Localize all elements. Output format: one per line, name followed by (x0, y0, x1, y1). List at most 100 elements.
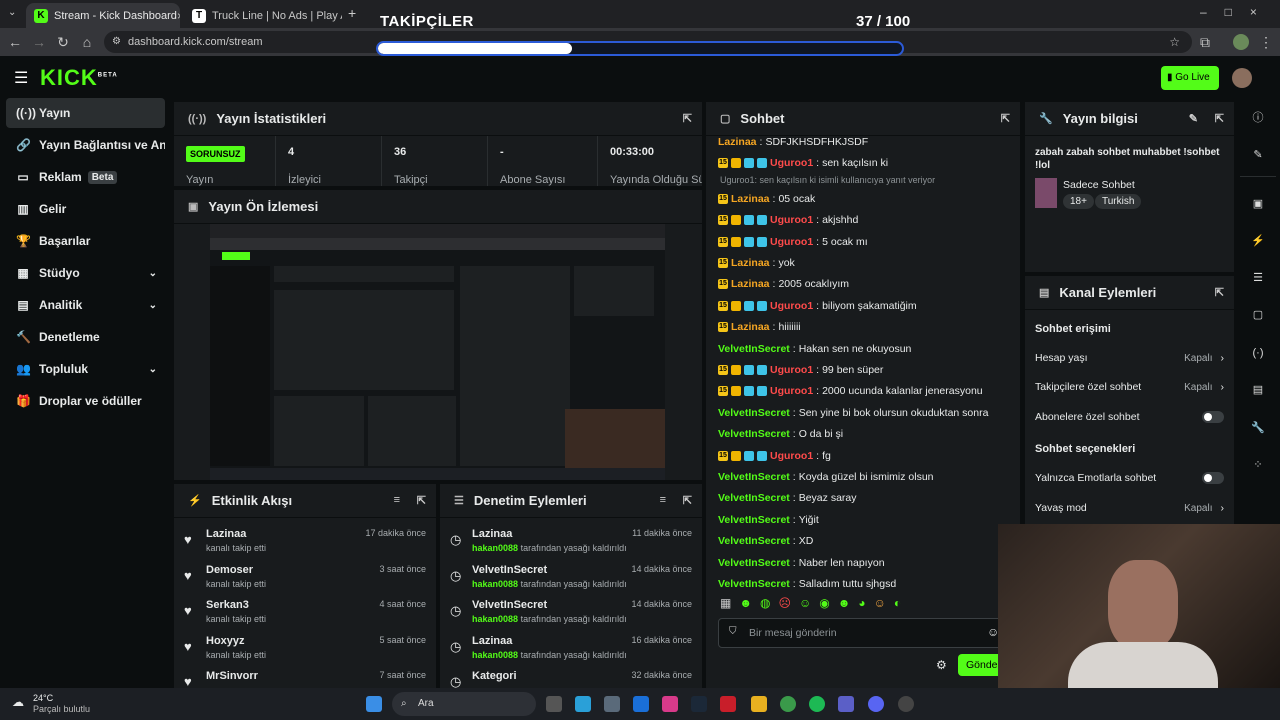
list-icon[interactable]: ☰ (1248, 268, 1268, 288)
opera-icon[interactable] (720, 696, 736, 712)
sidebar-item-reklam[interactable]: ▭ Reklam Beta (6, 162, 165, 192)
chat-username: Uguroo1 (770, 157, 814, 170)
lightning-icon[interactable]: ⚡ (1248, 231, 1268, 251)
chrome-icon[interactable] (780, 696, 796, 712)
kick-logo[interactable]: KICKBETA (40, 65, 118, 91)
popout-icon[interactable]: ⇱ (1215, 286, 1224, 299)
chat-message[interactable]: 15 Uguroo1:99 ben süper (718, 362, 883, 378)
chat-message[interactable]: VelvetInSecret: Yiğit (718, 512, 819, 528)
chat-message[interactable]: 15 Uguroo1: fg (718, 448, 831, 464)
hamburger-menu-icon[interactable]: ☰ (14, 68, 28, 88)
option-subscribers-only[interactable]: Abonelere özel sohbet (1035, 407, 1224, 427)
profile-avatar[interactable] (1233, 34, 1249, 50)
edit-pencil-icon[interactable]: ✎ (1189, 112, 1198, 125)
chat-message[interactable]: VelvetInSecret: O da bi şi (718, 426, 843, 442)
stream-preview-video[interactable] (210, 224, 665, 480)
popout-icon[interactable]: ⇱ (1215, 112, 1224, 125)
chat-message[interactable]: 15 Lazinaa:2005 ocaklıyım (718, 276, 849, 292)
chat-message[interactable]: 15 Lazinaa: hiiiiiii (718, 319, 801, 335)
filter-icon[interactable]: ≡ (394, 494, 400, 506)
taskbar-search[interactable]: ⌕ Ara (392, 692, 536, 716)
spotify-icon[interactable] (809, 696, 825, 712)
chat-message[interactable]: VelvetInSecret: Beyaz saray (718, 490, 857, 506)
chat-text: Salladım tuttu sjhgsd (798, 578, 897, 590)
info-icon[interactable]: ⓘ (1248, 108, 1268, 128)
popout-icon[interactable]: ⇱ (683, 112, 692, 125)
grid-dots-icon[interactable]: ⁘ (1248, 455, 1268, 475)
option-slow-mode[interactable]: Yavaş mod Kapalı › (1035, 498, 1224, 518)
wrench-icon[interactable]: 🔧 (1248, 418, 1268, 438)
emote-row[interactable]: ▦ ☻ ◍ ☹ ☺ ◉ ☻ ◕ ☺ ◐ (720, 596, 1010, 614)
edge-icon[interactable] (575, 696, 591, 712)
chat-message[interactable]: Lazinaa: SDFJKHSDFHKJSDF (718, 134, 868, 150)
reload-icon[interactable]: ↻ (55, 34, 71, 51)
filter-icon[interactable]: ≡ (660, 494, 666, 506)
tab-truck-line[interactable]: T Truck Line | No Ads | Play At Fri × (184, 3, 342, 28)
sidebar-item-stream-key[interactable]: 🔗Yayın Bağlantısı ve Anahtar (6, 130, 165, 160)
emote-badge-icon (757, 365, 767, 375)
sidebar-item-basarilar[interactable]: 🏆 Başarılar (6, 226, 165, 256)
chat-message[interactable]: 15 Uguroo1: biliyom şakamatiğim (718, 298, 917, 314)
outlook-icon[interactable] (633, 696, 649, 712)
option-emote-only[interactable]: Yalnızca Emotlarla sohbet (1035, 468, 1224, 488)
option-followers-only[interactable]: Takipçilere özel sohbet Kapalı › (1035, 377, 1224, 397)
pencil-icon[interactable]: ✎ (1248, 145, 1268, 165)
window-controls[interactable]: –□× (1200, 5, 1275, 19)
store-icon[interactable] (604, 696, 620, 712)
chat-settings-gear-icon[interactable]: ⚙ (936, 658, 947, 672)
forward-icon[interactable]: → (31, 34, 47, 50)
teams-icon[interactable] (838, 696, 854, 712)
chat-input[interactable]: ⛉ Bir mesaj gönderin ☺ (718, 618, 1004, 648)
chat-message[interactable]: 15 Uguroo1:2000 ucunda kalanlar jenerasyo… (718, 383, 983, 399)
preview-icon[interactable]: ▣ (1248, 194, 1268, 214)
close-icon[interactable]: × (177, 9, 180, 23)
go-live-button[interactable]: ▮ Go Live (1161, 66, 1219, 90)
chat-message[interactable]: VelvetInSecret: Salladım tuttu sjhgsd (718, 576, 896, 592)
tab-kick-dashboard[interactable]: K Stream - Kick Dashboard × (26, 3, 180, 28)
sidebar-item-gelir[interactable]: ▥ Gelir (6, 194, 165, 224)
home-icon[interactable]: ⌂ (79, 34, 95, 50)
back-icon[interactable]: ← (7, 34, 23, 50)
tab-search-icon[interactable]: ⌄ (8, 7, 16, 18)
broadcast-icon[interactable]: (·) (1248, 343, 1268, 363)
steam-icon[interactable] (691, 696, 707, 712)
chat-message[interactable]: 15 Lazinaa:05 ocak (718, 191, 815, 207)
chat-reply-context: Uguroo1: sen kaçılsın ki isimli kullanıc… (720, 174, 936, 185)
divider (1240, 176, 1276, 177)
sidebar-item-topluluk[interactable]: 👥 Topluluk ⌄ (6, 354, 165, 384)
chat-message[interactable]: VelvetInSecret: Koyda güzel bi ismimiz ol… (718, 469, 934, 485)
chat-message[interactable]: VelvetInSecret: Hakan sen ne okuyosun (718, 341, 911, 357)
popout-icon[interactable]: ⇱ (1001, 112, 1010, 125)
sidebar-item-droplar[interactable]: 🎁 Droplar ve ödüller (6, 386, 165, 416)
popout-icon[interactable]: ⇱ (417, 494, 426, 507)
new-tab-icon[interactable]: + (348, 5, 356, 21)
obs-icon[interactable] (898, 696, 914, 712)
chat-message[interactable]: 15 Uguroo1:5 ocak mı (718, 234, 868, 250)
task-view-icon[interactable] (546, 696, 562, 712)
chat-bubble-icon[interactable]: ▢ (1248, 305, 1268, 325)
chat-message[interactable]: 15 Lazinaa: yok (718, 255, 795, 271)
sidebar-item-analitik[interactable]: ▤ Analitik ⌄ (6, 290, 165, 320)
chat-message[interactable]: 15 Uguroo1: sen kaçılsın ki (718, 155, 888, 171)
chat-message[interactable]: VelvetInSecret: Naber len napıyon (718, 555, 885, 571)
stack-icon[interactable]: ▤ (1248, 380, 1268, 400)
site-info-icon[interactable]: ⚙ (112, 31, 121, 53)
user-avatar[interactable] (1232, 68, 1252, 88)
chat-message[interactable]: VelvetInSecret: Sen yine bi bok olursun o… (718, 405, 988, 421)
sidebar-item-denetleme[interactable]: 🔨 Denetleme (6, 322, 165, 352)
discord-icon[interactable] (868, 696, 884, 712)
toggle-switch[interactable] (1202, 411, 1224, 423)
sidebar-item-yayin[interactable]: ((·)) Yayın (6, 98, 165, 128)
bookmark-star-icon[interactable]: ☆ (1169, 31, 1180, 53)
instagram-icon[interactable] (662, 696, 678, 712)
chat-message[interactable]: 15 Uguroo1: akjshhd (718, 212, 858, 228)
explorer-icon[interactable] (751, 696, 767, 712)
toggle-switch[interactable] (1202, 472, 1224, 484)
popout-icon[interactable]: ⇱ (683, 494, 692, 507)
menu-kebab-icon[interactable]: ⋮ (1258, 34, 1274, 51)
option-account-age[interactable]: Hesap yaşı Kapalı › (1035, 348, 1224, 368)
sidebar-item-studyo[interactable]: ▦ Stüdyo ⌄ (6, 258, 165, 288)
chat-message[interactable]: VelvetInSecret: XD (718, 533, 813, 549)
extensions-icon[interactable]: ⧉ (1197, 34, 1213, 51)
start-icon[interactable] (366, 696, 382, 712)
